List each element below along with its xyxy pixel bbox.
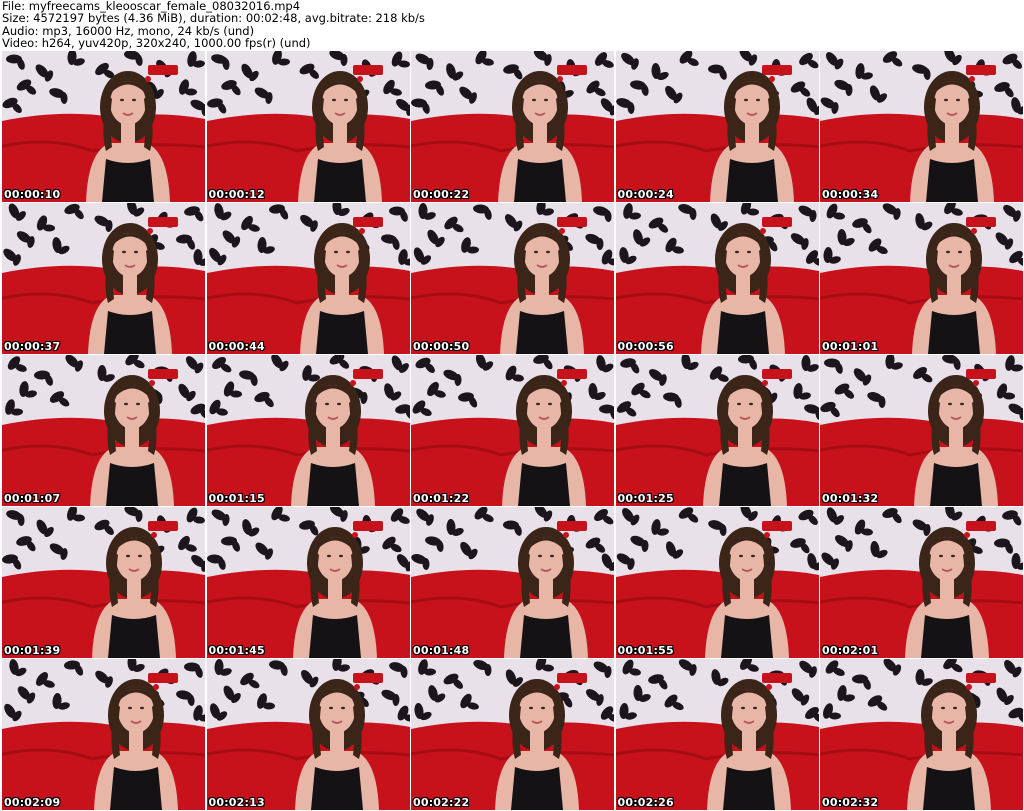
frame-image bbox=[411, 355, 614, 506]
video-thumbnail: 00:01:07 bbox=[2, 355, 205, 506]
thumbnail-timestamp: 00:01:32 bbox=[822, 492, 879, 505]
thumbnail-timestamp: 00:00:34 bbox=[822, 188, 879, 201]
frame-image bbox=[615, 507, 819, 658]
thumbnail-timestamp: 00:02:13 bbox=[208, 796, 265, 809]
frame-image bbox=[615, 659, 819, 810]
video-thumbnail: 00:00:37 bbox=[2, 203, 205, 354]
video-thumbnail: 00:01:55 bbox=[615, 507, 819, 658]
frame-image bbox=[206, 51, 410, 202]
thumbnail-timestamp: 00:02:22 bbox=[413, 796, 470, 809]
thumbnail-timestamp: 00:01:25 bbox=[617, 492, 674, 505]
frame-image bbox=[2, 355, 205, 506]
frame-image bbox=[2, 203, 205, 354]
frame-image bbox=[411, 51, 614, 202]
frame-image bbox=[206, 355, 410, 506]
video-thumbnail: 00:02:22 bbox=[411, 659, 614, 810]
thumbnail-timestamp: 00:02:32 bbox=[822, 796, 879, 809]
file-info-header: File: myfreecams_kleooscar_female_080320… bbox=[2, 0, 1022, 50]
frame-image bbox=[820, 51, 1023, 202]
frame-image bbox=[820, 355, 1023, 506]
frame-image bbox=[615, 203, 819, 354]
video-thumbnail: 00:01:32 bbox=[820, 355, 1023, 506]
video-thumbnail: 00:01:01 bbox=[820, 203, 1023, 354]
thumbnail-timestamp: 00:01:39 bbox=[4, 644, 61, 657]
video-thumbnail: 00:00:44 bbox=[206, 203, 410, 354]
frame-image bbox=[2, 659, 205, 810]
video-thumbnail: 00:01:45 bbox=[206, 507, 410, 658]
thumbnail-timestamp: 00:00:24 bbox=[617, 188, 674, 201]
video-info-line: Video: h264, yuv420p, 320x240, 1000.00 f… bbox=[2, 36, 311, 51]
thumbnail-grid: 00:00:10 00:00:12 00:00:22 00:00:24 00:00:34… bbox=[2, 51, 1023, 810]
frame-image bbox=[820, 203, 1023, 354]
video-thumbnail: 00:01:39 bbox=[2, 507, 205, 658]
thumbnail-timestamp: 00:00:56 bbox=[617, 340, 674, 353]
thumbnail-timestamp: 00:00:22 bbox=[413, 188, 470, 201]
frame-image bbox=[615, 51, 819, 202]
frame-image bbox=[820, 507, 1023, 658]
thumbnail-timestamp: 00:01:01 bbox=[822, 340, 879, 353]
thumbnail-timestamp: 00:00:10 bbox=[4, 188, 61, 201]
video-thumbnail: 00:00:50 bbox=[411, 203, 614, 354]
video-thumbnail: 00:02:01 bbox=[820, 507, 1023, 658]
frame-image bbox=[206, 507, 410, 658]
video-thumbnail: 00:00:22 bbox=[411, 51, 614, 202]
frame-image bbox=[820, 659, 1023, 810]
thumbnail-timestamp: 00:01:48 bbox=[413, 644, 470, 657]
thumbnail-timestamp: 00:01:55 bbox=[617, 644, 674, 657]
video-thumbnail: 00:01:25 bbox=[615, 355, 819, 506]
thumbnail-timestamp: 00:01:45 bbox=[208, 644, 265, 657]
thumbnail-timestamp: 00:02:09 bbox=[4, 796, 61, 809]
video-thumbnail: 00:02:13 bbox=[206, 659, 410, 810]
frame-image bbox=[2, 51, 205, 202]
frame-image bbox=[411, 507, 614, 658]
thumbnail-timestamp: 00:00:37 bbox=[4, 340, 61, 353]
video-thumbnail: 00:00:34 bbox=[820, 51, 1023, 202]
thumbnail-timestamp: 00:02:26 bbox=[617, 796, 674, 809]
thumbnail-timestamp: 00:01:07 bbox=[4, 492, 61, 505]
video-thumbnail: 00:00:10 bbox=[2, 51, 205, 202]
video-thumbnail: 00:01:15 bbox=[206, 355, 410, 506]
thumbnail-timestamp: 00:01:22 bbox=[413, 492, 470, 505]
video-thumbnail: 00:00:56 bbox=[615, 203, 819, 354]
video-thumbnail: 00:00:12 bbox=[206, 51, 410, 202]
frame-image bbox=[411, 659, 614, 810]
frame-image bbox=[206, 203, 410, 354]
thumbnail-timestamp: 00:02:01 bbox=[822, 644, 879, 657]
frame-image bbox=[411, 203, 614, 354]
video-thumbnail: 00:02:09 bbox=[2, 659, 205, 810]
frame-image bbox=[206, 659, 410, 810]
thumbnail-timestamp: 00:01:15 bbox=[208, 492, 265, 505]
video-thumbnail: 00:00:24 bbox=[615, 51, 819, 202]
video-thumbnail: 00:01:22 bbox=[411, 355, 614, 506]
frame-image bbox=[615, 355, 819, 506]
thumbnail-timestamp: 00:00:12 bbox=[208, 188, 265, 201]
video-thumbnail: 00:01:48 bbox=[411, 507, 614, 658]
frame-image bbox=[2, 507, 205, 658]
file-size-line: Size: 4572197 bytes (4.36 MiB), duration… bbox=[2, 11, 425, 26]
video-thumbnail: 00:02:32 bbox=[820, 659, 1023, 810]
thumbnail-timestamp: 00:00:50 bbox=[413, 340, 470, 353]
video-thumbnail: 00:02:26 bbox=[615, 659, 819, 810]
thumbnail-timestamp: 00:00:44 bbox=[208, 340, 265, 353]
